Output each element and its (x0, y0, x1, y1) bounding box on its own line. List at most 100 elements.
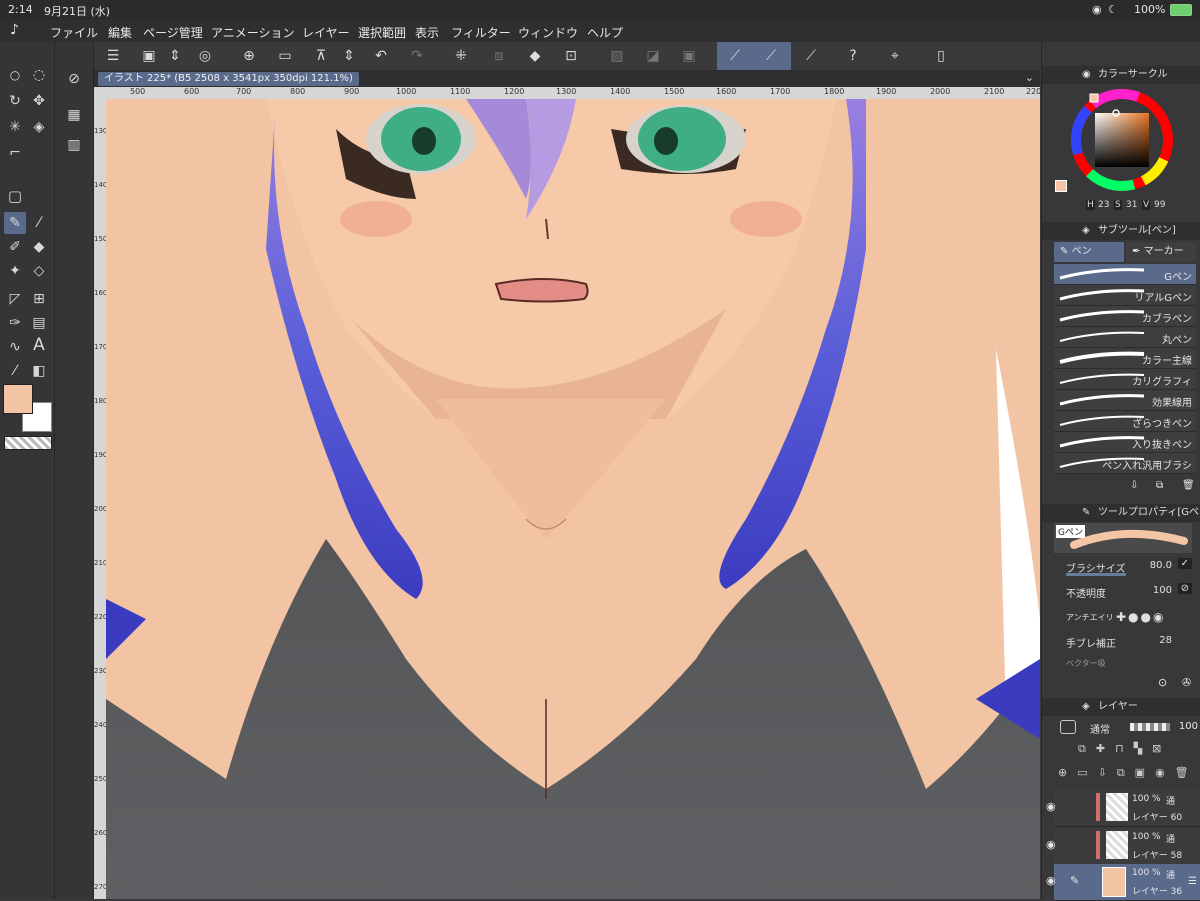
eye-icon[interactable]: ◉ (1046, 874, 1056, 887)
fill-selection-icon[interactable]: ◆ (524, 45, 546, 67)
brush-icon[interactable]: ⁄ (4, 360, 26, 382)
deselect-icon[interactable]: ⁜ (450, 45, 472, 67)
layer-action-icons[interactable]: ⊕▭⇩⧉▣◉🗑 (1058, 766, 1199, 780)
touch-icon[interactable]: ⌖ (884, 45, 906, 67)
up-down-2-icon[interactable]: ⇕ (338, 45, 360, 67)
move-icon[interactable]: ✥ (28, 90, 50, 112)
help-icon[interactable]: ? (842, 45, 864, 67)
drawing-canvas[interactable] (106, 99, 1040, 899)
layer-color-icon[interactable] (1060, 720, 1076, 734)
lasso-icon[interactable]: ◌ (28, 64, 50, 86)
color-wheel[interactable] (1069, 87, 1175, 193)
opacity-row[interactable]: 不透明度 100 ⊘ (1066, 583, 1196, 600)
material-icon[interactable]: ▦ (63, 104, 85, 126)
magnify-icon[interactable]: ○ (4, 64, 26, 86)
pipette-icon[interactable]: ⁄ (28, 212, 50, 234)
object-select-icon[interactable]: ◈ (28, 116, 50, 138)
up-down-icon[interactable]: ⇕ (164, 45, 186, 67)
layer-row[interactable]: ◉ 100 % 通 レイヤー 58 (1046, 828, 1200, 865)
pen-lock-icon[interactable]: ✎ (1070, 874, 1079, 887)
vector-row[interactable]: ベクター吸 (1066, 658, 1196, 669)
trash-icon[interactable]: 🗑 (1182, 480, 1195, 491)
tab-marker[interactable]: ✒ マーカー (1126, 242, 1196, 262)
document-tab[interactable]: イラスト 225* (B5 2508 x 3541px 350dpi 121.1… (98, 72, 359, 86)
text-icon[interactable]: A (28, 334, 50, 356)
app-logo-icon[interactable]: ♪ (10, 22, 19, 38)
select-layer-icon[interactable]: ⧈ (488, 45, 510, 67)
eraser-icon[interactable]: ◇ (28, 260, 50, 282)
menu-icon[interactable]: ☰ (102, 45, 124, 67)
redo-icon[interactable]: ↷ (406, 45, 428, 67)
rotate-icon[interactable]: ↻ (4, 90, 26, 112)
download-icon[interactable]: ⇩ (1130, 480, 1138, 491)
eye-icon[interactable]: ◉ (1046, 800, 1056, 813)
selection-rect-icon[interactable]: ▢ (4, 185, 26, 207)
menu-window[interactable]: ウィンドウ (518, 24, 578, 41)
brush-item[interactable]: カブラペン (1054, 306, 1196, 327)
gradient-tool-icon[interactable]: ▤ (28, 312, 50, 334)
ruler-snap-icon[interactable]: ⟋ (724, 45, 746, 67)
brush-item[interactable]: リアルGペン (1054, 285, 1196, 306)
tab-pen[interactable]: ✎ ペン (1054, 242, 1124, 262)
eye-icon[interactable]: ◉ (1046, 838, 1056, 851)
mask-icon[interactable]: ◪ (642, 45, 664, 67)
menu-page[interactable]: ページ管理 (143, 24, 203, 41)
picker-main-swatch[interactable] (1055, 180, 1067, 192)
frame-icon[interactable]: ⊞ (28, 288, 50, 310)
wrench-icon[interactable]: ✇ (1182, 676, 1191, 689)
clear-icon[interactable]: ▨ (606, 45, 628, 67)
brush-item[interactable]: 効果線用 (1054, 390, 1196, 411)
brush-size-bar[interactable] (1066, 573, 1126, 576)
menu-animation[interactable]: アニメーション (211, 24, 295, 41)
layer-row-selected[interactable]: ◉ ✎ 100 % 通 レイヤー 36 ☰ (1046, 864, 1200, 901)
brush-item[interactable]: 入り抜きペン (1054, 432, 1196, 453)
menu-view[interactable]: 表示 (415, 24, 439, 41)
copy-icon[interactable]: ⧉ (1156, 480, 1163, 491)
pen-snap-icon[interactable]: ⟋ (800, 45, 822, 67)
antialias-options-icon[interactable]: ✚●●◉ (1116, 610, 1165, 624)
blend-mode-select[interactable]: 通常 (1090, 721, 1110, 736)
chevron-down-icon[interactable]: ⌄ (1025, 71, 1034, 84)
brush-snap-icon[interactable]: ⟋ (760, 45, 782, 67)
timeline-icon[interactable]: ▥ (63, 134, 85, 156)
pen-icon[interactable]: ✎ (4, 212, 26, 234)
gradient-swatch-icon[interactable]: ◧ (28, 360, 50, 382)
undo-icon[interactable]: ↶ (370, 45, 392, 67)
settings-icon[interactable]: ⊙ (1158, 676, 1167, 689)
antialias-row[interactable]: アンチエイリ ✚●●◉ (1066, 610, 1196, 624)
ruler-tool-icon[interactable]: ◸ (4, 288, 26, 310)
brush-item[interactable]: 丸ペン (1054, 327, 1196, 348)
transparent-color-swatch[interactable] (4, 436, 52, 450)
opacity-slider[interactable] (1130, 723, 1170, 731)
brush-item[interactable]: Gペン (1054, 264, 1196, 285)
brush-item[interactable]: カラー主線 (1054, 348, 1196, 369)
menu-help[interactable]: ヘルプ (587, 24, 623, 41)
menu-edit[interactable]: 編集 (108, 24, 132, 41)
spiral-icon[interactable]: ◎ (194, 45, 216, 67)
smartphone-icon[interactable]: ▯ (930, 45, 952, 67)
brush-item[interactable]: ペン入れ汎用ブラシ (1054, 453, 1196, 474)
brush-item[interactable]: カリグラフィ (1054, 369, 1196, 390)
blend-icon[interactable]: ✑ (4, 312, 26, 334)
layer-toggle-icons[interactable]: ⧉✚⊓▚⊠ (1078, 742, 1171, 756)
crop-icon[interactable]: ▣ (678, 45, 700, 67)
stabilization-row[interactable]: 手ブレ補正 28 (1066, 635, 1196, 650)
brush-size-row[interactable]: ブラシサイズ 80.0 ✓ (1066, 558, 1196, 576)
layer-row[interactable]: ◉ 100 % 通 レイヤー 60 (1046, 790, 1200, 827)
layer-menu-icon[interactable]: ☰ (1188, 876, 1197, 887)
magic-wand-icon[interactable]: ✳ (4, 116, 26, 138)
edit-layer-icon[interactable]: ▣ (138, 45, 160, 67)
disable-icon[interactable]: ⊘ (1177, 583, 1192, 594)
eyedropper-icon[interactable]: ⌐ (4, 142, 26, 164)
menu-file[interactable]: ファイル (50, 24, 98, 41)
correct-line-icon[interactable]: ∿ (4, 336, 26, 358)
pencil-icon[interactable]: ✐ (4, 236, 26, 258)
menu-layer[interactable]: レイヤー (302, 24, 350, 41)
main-color-swatch[interactable] (3, 384, 33, 414)
navigator-icon[interactable]: ⊘ (63, 68, 85, 90)
sparkle-icon[interactable]: ✦ (4, 260, 26, 282)
transform-icon[interactable]: ⊡ (560, 45, 582, 67)
open-folder-icon[interactable]: ▭ (274, 45, 296, 67)
menu-filter[interactable]: フィルター (451, 24, 511, 41)
save-icon[interactable]: ⊼ (310, 45, 332, 67)
